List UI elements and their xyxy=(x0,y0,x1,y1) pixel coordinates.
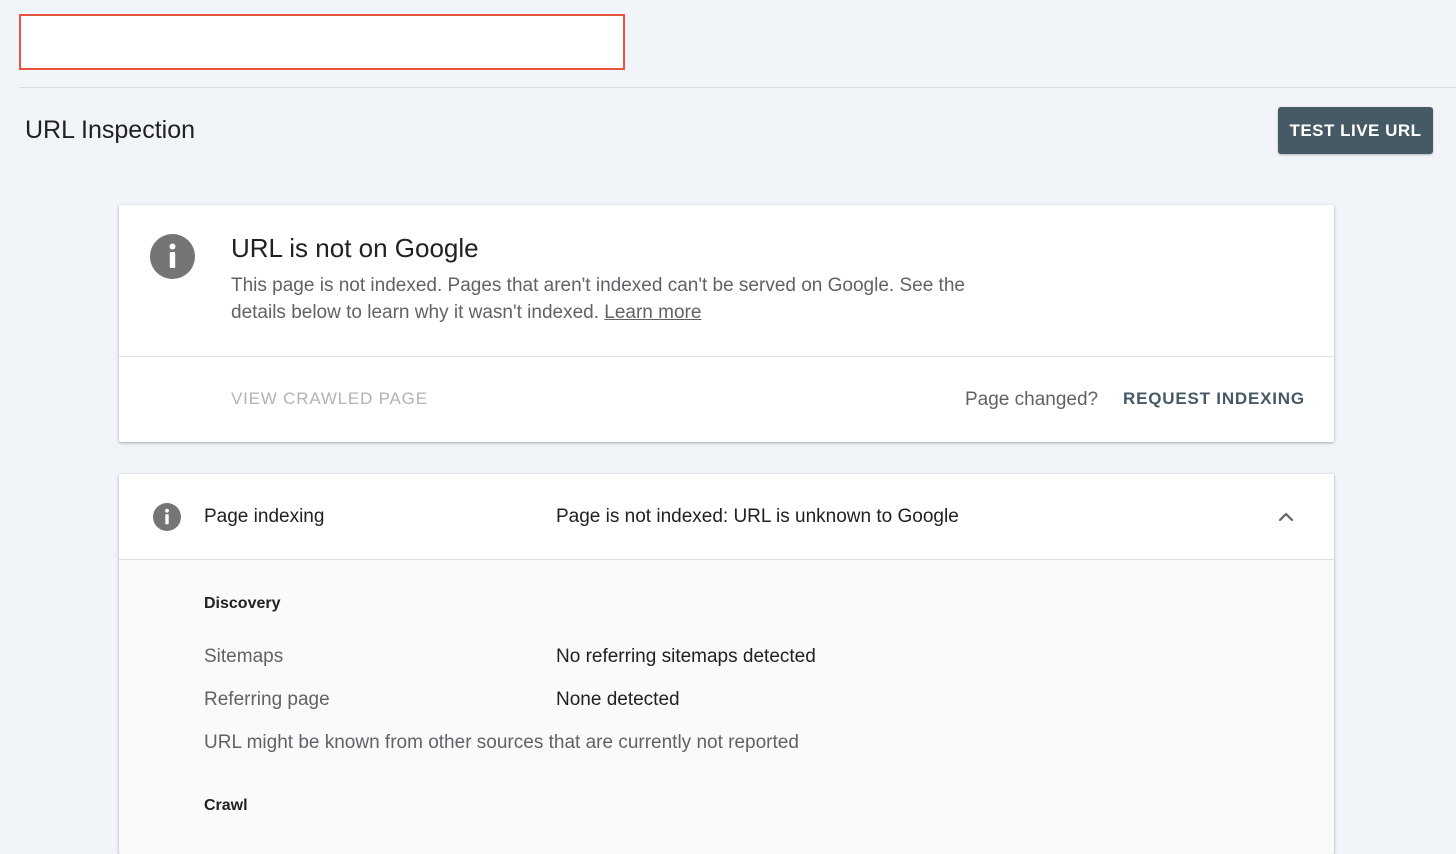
page-indexing-card: Page indexing Page is not indexed: URL i… xyxy=(119,474,1334,854)
discovery-note: URL might be known from other sources th… xyxy=(204,732,799,753)
info-icon xyxy=(150,234,195,279)
header-divider xyxy=(19,87,1456,88)
view-crawled-page-button[interactable]: VIEW CRAWLED PAGE xyxy=(231,389,428,409)
sitemaps-label: Sitemaps xyxy=(204,646,284,667)
page-indexing-label: Page indexing xyxy=(204,506,325,527)
referring-page-value: None detected xyxy=(556,689,680,710)
status-card: URL is not on Google This page is not in… xyxy=(119,205,1334,442)
url-inspection-input[interactable] xyxy=(19,14,625,70)
status-description-text: This page is not indexed. Pages that are… xyxy=(231,275,965,323)
referring-page-label: Referring page xyxy=(204,689,330,710)
crawl-section-title: Crawl xyxy=(204,797,248,814)
status-card-divider xyxy=(119,356,1334,357)
sitemaps-value: No referring sitemaps detected xyxy=(556,646,816,667)
request-indexing-button[interactable]: REQUEST INDEXING xyxy=(1123,389,1305,409)
page-indexing-status: Page is not indexed: URL is unknown to G… xyxy=(556,506,959,527)
learn-more-link[interactable]: Learn more xyxy=(604,302,701,323)
page-indexing-header[interactable]: Page indexing Page is not indexed: URL i… xyxy=(119,474,1334,560)
status-heading: URL is not on Google xyxy=(231,233,479,263)
page-changed-label: Page changed? xyxy=(965,389,1099,410)
test-live-url-button[interactable]: TEST LIVE URL xyxy=(1278,107,1433,154)
page-title: URL Inspection xyxy=(25,116,195,144)
info-icon xyxy=(153,503,181,531)
discovery-section-title: Discovery xyxy=(204,595,281,612)
chevron-up-icon[interactable] xyxy=(1276,507,1296,527)
status-description: This page is not indexed. Pages that are… xyxy=(231,272,1011,326)
